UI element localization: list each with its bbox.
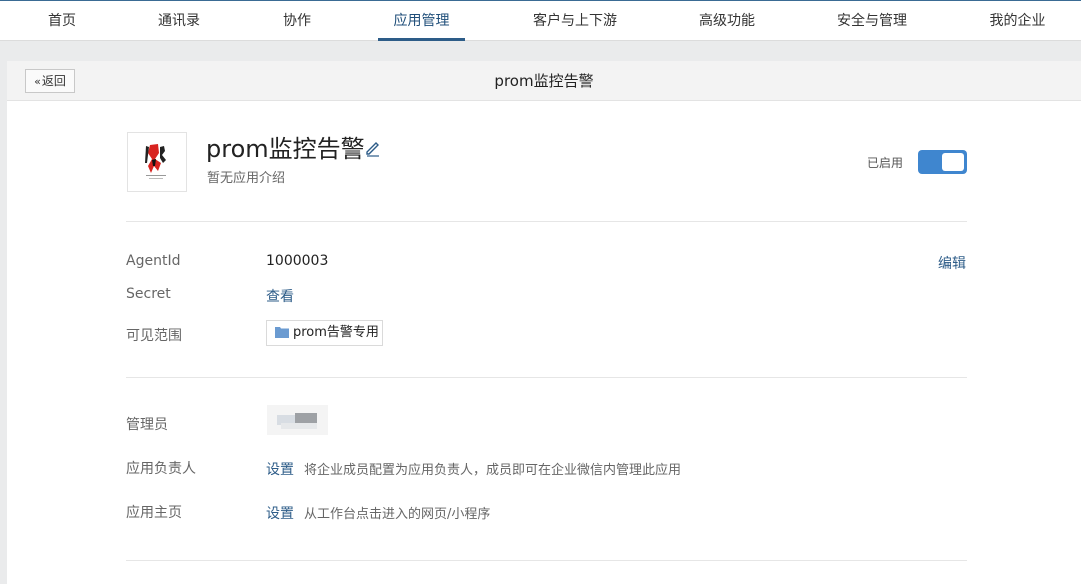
view-secret-link[interactable]: 查看	[266, 286, 294, 306]
back-button-label: 返回	[41, 74, 66, 88]
nav-customers-partners[interactable]: 客户与上下游	[525, 1, 625, 41]
folder-icon	[275, 327, 289, 338]
enable-toggle[interactable]	[918, 150, 967, 174]
nav-app-management[interactable]: 应用管理	[378, 1, 465, 41]
visibility-scope-label: 可见范围	[126, 328, 182, 344]
homepage-hint: 从工作台点击进入的网页/小程序	[304, 507, 491, 522]
app-detail-panel: prom监控告警 «返回 prom监控告警 暂无应用介绍 已启用 AgentId…	[7, 61, 1081, 584]
top-navigation: 首页 通讯录 协作 应用管理 客户与上下游 高级功能 安全与管理 我的企业	[0, 0, 1081, 41]
set-owner-link[interactable]: 设置	[266, 459, 294, 479]
nav-security-management[interactable]: 安全与管理	[828, 1, 916, 41]
app-owner-label: 应用负责人	[126, 461, 196, 477]
enabled-status-label: 已启用	[867, 156, 904, 170]
app-name: prom监控告警	[206, 135, 365, 163]
app-logo-image	[145, 144, 166, 179]
divider	[126, 377, 967, 378]
nav-collaboration[interactable]: 协作	[272, 1, 322, 41]
toggle-knob	[942, 153, 964, 171]
divider	[126, 221, 967, 222]
nav-advanced-features[interactable]: 高级功能	[688, 1, 766, 41]
nav-my-enterprise[interactable]: 我的企业	[980, 1, 1055, 41]
owner-hint: 将企业成员配置为应用负责人，成员即可在企业微信内管理此应用	[304, 463, 682, 478]
agentid-value: 1000003	[266, 253, 329, 269]
page-title: prom监控告警	[494, 72, 594, 90]
secret-label: Secret	[126, 286, 171, 302]
edit-link[interactable]: 编辑	[938, 253, 966, 273]
nav-contacts[interactable]: 通讯录	[150, 1, 208, 41]
double-chevron-left-icon: «	[34, 75, 41, 88]
admin-avatar[interactable]	[267, 405, 328, 435]
admin-label: 管理员	[126, 417, 168, 433]
set-homepage-link[interactable]: 设置	[266, 503, 294, 523]
edit-name-pencil-icon[interactable]	[364, 139, 382, 157]
app-logo	[127, 132, 187, 192]
divider	[126, 560, 967, 561]
visibility-scope-tag[interactable]: prom告警专用	[266, 320, 383, 346]
nav-home[interactable]: 首页	[38, 1, 86, 41]
agentid-label: AgentId	[126, 253, 181, 269]
back-button[interactable]: «返回	[25, 69, 75, 93]
app-homepage-label: 应用主页	[126, 505, 182, 521]
app-description: 暂无应用介绍	[207, 171, 286, 186]
visibility-scope-value: prom告警专用	[293, 325, 379, 340]
active-tab-indicator	[378, 38, 465, 41]
panel-header: prom监控告警 «返回	[7, 61, 1081, 101]
